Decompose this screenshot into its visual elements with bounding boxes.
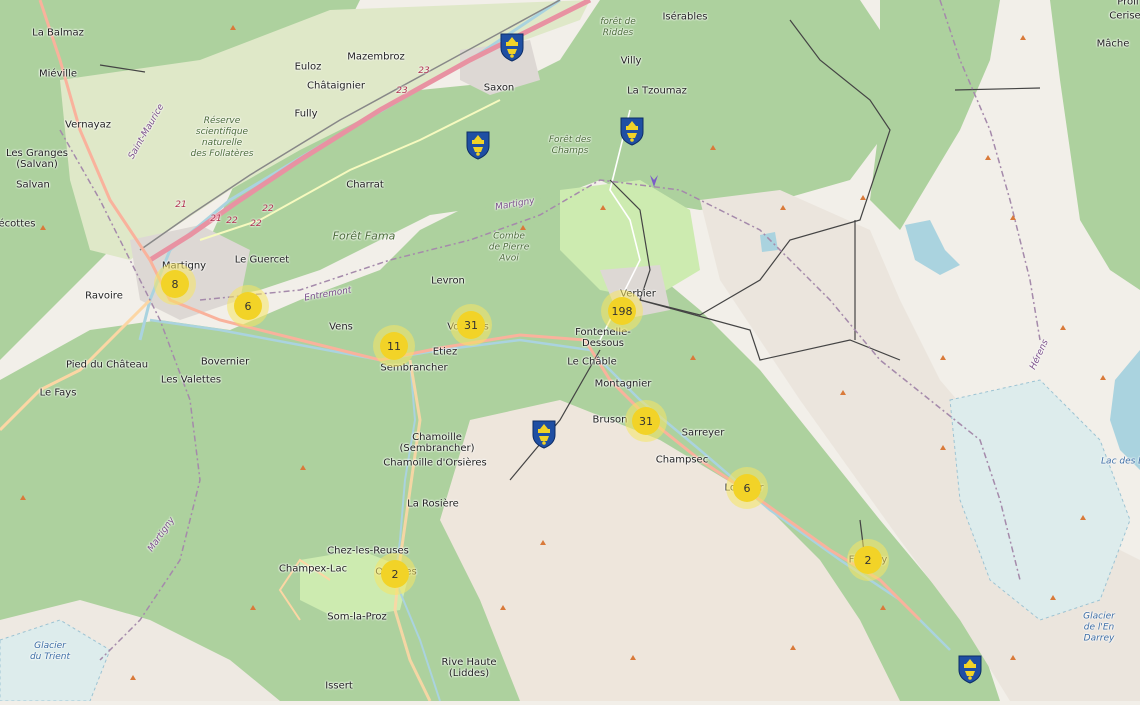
map-canvas[interactable]: La Balmaz Miéville Vernayaz Les Granges (Sal… — [0, 0, 1140, 702]
municipality-crest-icon[interactable] — [531, 419, 557, 449]
map-tiles — [0, 0, 1140, 702]
cluster-count: 31 — [457, 311, 485, 339]
road-number-label: 21 — [210, 214, 222, 224]
road-number-label: 23 — [396, 86, 408, 96]
cluster-count: 8 — [161, 270, 189, 298]
marker-cluster[interactable]: 2 — [847, 539, 889, 581]
municipality-crest-icon[interactable] — [465, 130, 491, 160]
lake — [760, 232, 778, 252]
cluster-count: 198 — [608, 297, 636, 325]
marker-cluster[interactable]: 11 — [373, 325, 415, 367]
marker-cluster[interactable]: 2 — [374, 553, 416, 595]
cluster-count: 6 — [234, 292, 262, 320]
cluster-count: 2 — [381, 560, 409, 588]
municipality-crest-icon[interactable] — [619, 116, 645, 146]
marker-cluster[interactable]: 31 — [450, 304, 492, 346]
cluster-count: 2 — [854, 546, 882, 574]
cluster-count: 31 — [632, 407, 660, 435]
marker-cluster[interactable]: 198 — [601, 290, 643, 332]
municipality-crest-icon[interactable] — [957, 654, 983, 684]
marker-cluster[interactable]: 6 — [726, 467, 768, 509]
marker-cluster[interactable]: 8 — [154, 263, 196, 305]
road-number-label: 21 — [175, 200, 187, 210]
road-number-label: 22 — [262, 204, 274, 214]
marker-cluster[interactable]: 6 — [227, 285, 269, 327]
road-number-label: 22 — [250, 219, 262, 229]
road-number-label: 23 — [418, 66, 430, 76]
marker-cluster[interactable]: 31 — [625, 400, 667, 442]
cluster-count: 11 — [380, 332, 408, 360]
cluster-count: 6 — [733, 474, 761, 502]
municipality-crest-icon[interactable] — [499, 32, 525, 62]
road-number-label: 22 — [226, 216, 238, 226]
